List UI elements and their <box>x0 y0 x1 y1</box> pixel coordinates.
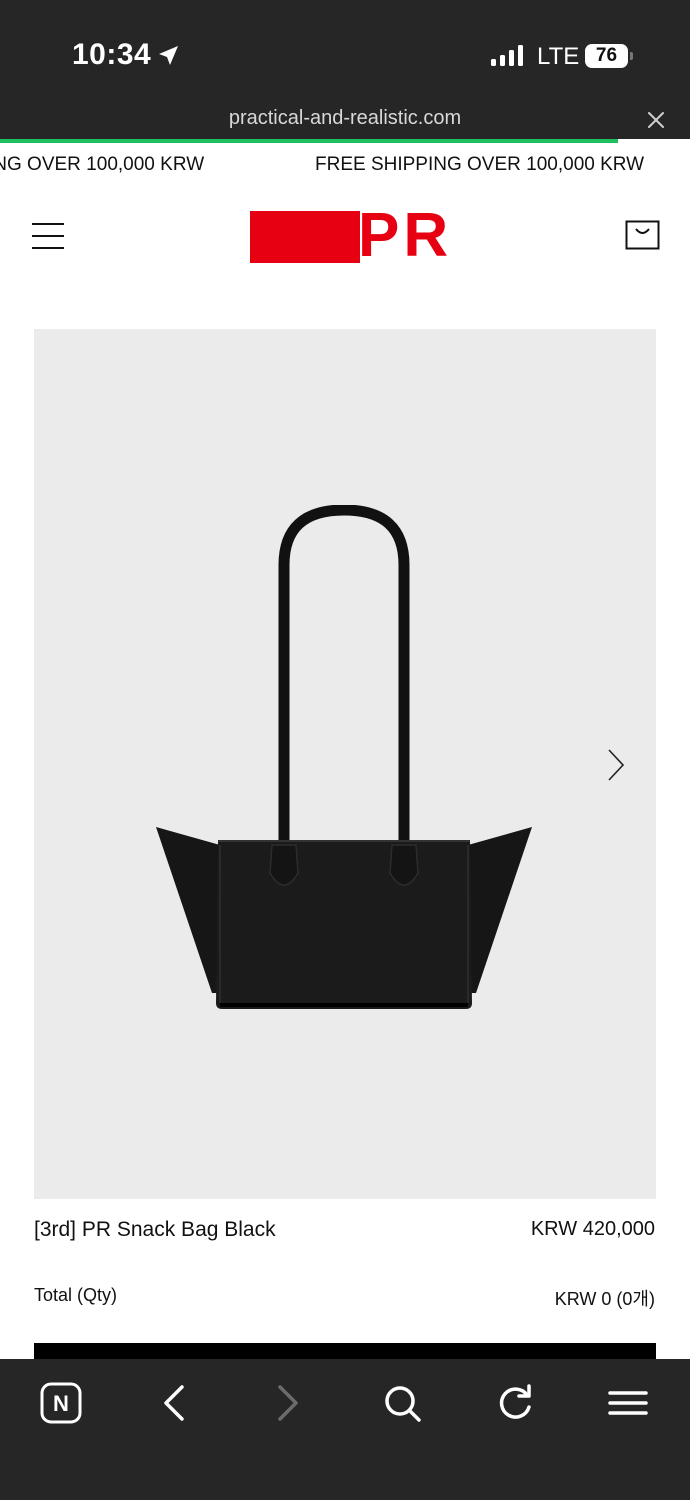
web-page: ING OVER 100,000 KRW FREE SHIPPING OVER … <box>0 143 690 1359</box>
network-type: LTE <box>537 43 580 70</box>
search-icon[interactable] <box>380 1381 424 1425</box>
menu-icon[interactable] <box>606 1381 650 1425</box>
total-quantity-label: Total (Qty) <box>34 1285 118 1305</box>
hamburger-menu-icon[interactable] <box>32 223 64 249</box>
total-quantity-value: KRW 0 (0개) <box>554 1289 655 1309</box>
status-time: 10:34 <box>72 38 152 71</box>
naver-home-icon-letter: N <box>53 1391 69 1416</box>
address-bar-url[interactable]: practical-and-realistic.com <box>0 107 690 130</box>
product-price: KRW 420,000 <box>530 1218 655 1240</box>
naver-home-icon[interactable]: N <box>39 1381 83 1425</box>
product-name: [3rd] PR Snack Bag Black <box>34 1218 276 1241</box>
chevron-right-icon[interactable] <box>606 747 626 783</box>
battery-level: 76 <box>595 45 618 66</box>
snack-bag-photo <box>156 505 532 1009</box>
brand-logo[interactable]: PR <box>250 204 448 268</box>
signal-icon <box>491 45 523 66</box>
status-bar: 10:34 LTE 76 <box>0 0 690 105</box>
browser-toolbar: N <box>0 1359 690 1500</box>
shipping-banner: ING OVER 100,000 KRW FREE SHIPPING OVER … <box>0 143 690 187</box>
close-icon[interactable] <box>646 110 666 130</box>
shopping-bag-icon[interactable] <box>625 220 660 250</box>
buy-button[interactable] <box>34 1343 656 1359</box>
reload-icon[interactable] <box>493 1381 537 1425</box>
logo-text: PR <box>358 201 453 270</box>
back-icon[interactable] <box>152 1381 196 1425</box>
shipping-banner-text: ING OVER 100,000 KRW <box>0 154 205 175</box>
shipping-banner-text: FREE SHIPPING OVER 100,000 KRW <box>315 154 645 175</box>
location-arrow-icon <box>159 46 178 65</box>
forward-icon[interactable] <box>266 1381 310 1425</box>
product-image[interactable] <box>34 329 656 1199</box>
battery-indicator: 76 <box>585 44 633 68</box>
logo-red-block <box>250 211 360 263</box>
